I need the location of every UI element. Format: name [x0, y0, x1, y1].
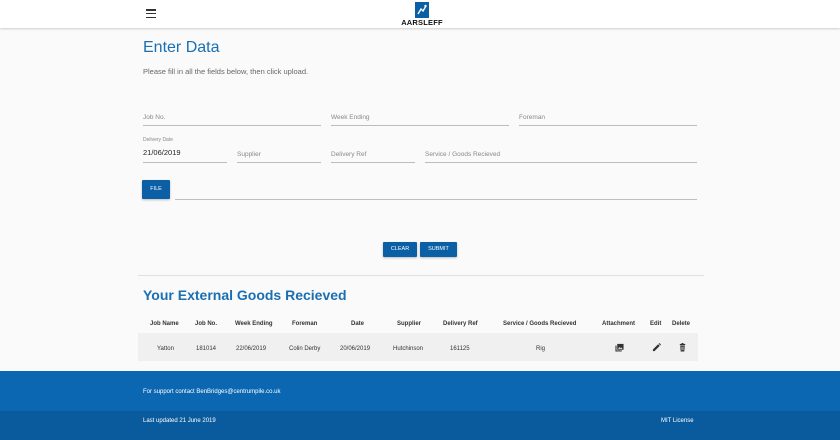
attachment-image-icon[interactable]: [615, 343, 624, 352]
edit-pencil-icon[interactable]: [652, 343, 661, 352]
cell-job-no: 181014: [196, 346, 217, 352]
col-header-supplier[interactable]: Supplier: [397, 321, 421, 327]
foreman-placeholder: Foreman: [519, 114, 546, 121]
file-button[interactable]: FILE: [142, 180, 170, 199]
col-header-week-ending[interactable]: Week Ending: [235, 321, 273, 327]
col-header-delivery-ref[interactable]: Delivery Ref: [443, 321, 478, 327]
job-no-placeholder: Job No.: [143, 114, 166, 121]
logo-text: AARSLEFF: [401, 18, 443, 27]
cell-supplier: Hutchinson: [393, 346, 424, 352]
supplier-field[interactable]: Supplier: [237, 141, 321, 163]
col-header-delete[interactable]: Delete: [672, 321, 690, 327]
week-ending-field[interactable]: Week Ending: [331, 104, 509, 126]
col-header-job-name[interactable]: Job Name: [150, 321, 179, 327]
top-app-bar: AARSLEFF: [0, 0, 840, 28]
job-no-field[interactable]: Job No.: [143, 104, 321, 126]
cell-service: Rig: [536, 346, 546, 352]
table-title: Your External Goods Recieved: [143, 287, 347, 303]
col-header-attachment[interactable]: Attachment: [602, 321, 635, 327]
footer-bottom: [0, 411, 840, 440]
trash-icon[interactable]: [678, 343, 687, 352]
page-title: Enter Data: [143, 39, 220, 56]
service-goods-placeholder: Service / Goods Recieved: [425, 151, 501, 158]
support-contact-text[interactable]: For support contact BenBridges@centrumpi…: [143, 389, 281, 395]
clear-button[interactable]: CLEAR: [383, 242, 417, 257]
service-goods-field[interactable]: Service / Goods Recieved: [425, 141, 697, 163]
cell-date: 20/06/2019: [340, 346, 371, 352]
submit-button[interactable]: SUBMIT: [420, 242, 457, 257]
cell-job-name: Yatton: [157, 346, 174, 352]
week-ending-placeholder: Week Ending: [331, 114, 370, 121]
delivery-date-field[interactable]: Delivery Date 21/06/2019: [143, 137, 227, 163]
foreman-field[interactable]: Foreman: [519, 104, 697, 126]
col-header-job-no[interactable]: Job No.: [195, 321, 217, 327]
aarsleff-logo-icon: [415, 2, 429, 18]
col-header-service[interactable]: Service / Goods Recieved: [503, 321, 576, 327]
footer-top: [0, 371, 840, 411]
col-header-edit[interactable]: Edit: [650, 321, 661, 327]
cell-delivery-ref: 161125: [450, 346, 470, 352]
last-updated-text: Last updated 21 June 2019: [143, 418, 216, 424]
delivery-date-label: Delivery Date: [143, 137, 174, 143]
delivery-ref-field[interactable]: Delivery Ref: [331, 141, 415, 163]
aarsleff-logo[interactable]: AARSLEFF: [398, 2, 446, 27]
col-header-date[interactable]: Date: [351, 321, 364, 327]
license-link[interactable]: MIT License: [661, 418, 694, 424]
cell-foreman: Colin Derby: [289, 346, 321, 352]
delivery-ref-placeholder: Delivery Ref: [331, 151, 367, 158]
delivery-date-value: 21/06/2019: [143, 148, 181, 157]
col-header-foreman[interactable]: Foreman: [292, 321, 317, 327]
supplier-placeholder: Supplier: [237, 151, 261, 158]
page-subtitle: Please fill in all the fields below, the…: [143, 67, 309, 76]
file-path-field[interactable]: [175, 199, 697, 200]
hamburger-menu-icon[interactable]: [146, 9, 156, 19]
cell-week-ending: 22/06/2019: [236, 346, 267, 352]
section-divider: [138, 275, 704, 276]
